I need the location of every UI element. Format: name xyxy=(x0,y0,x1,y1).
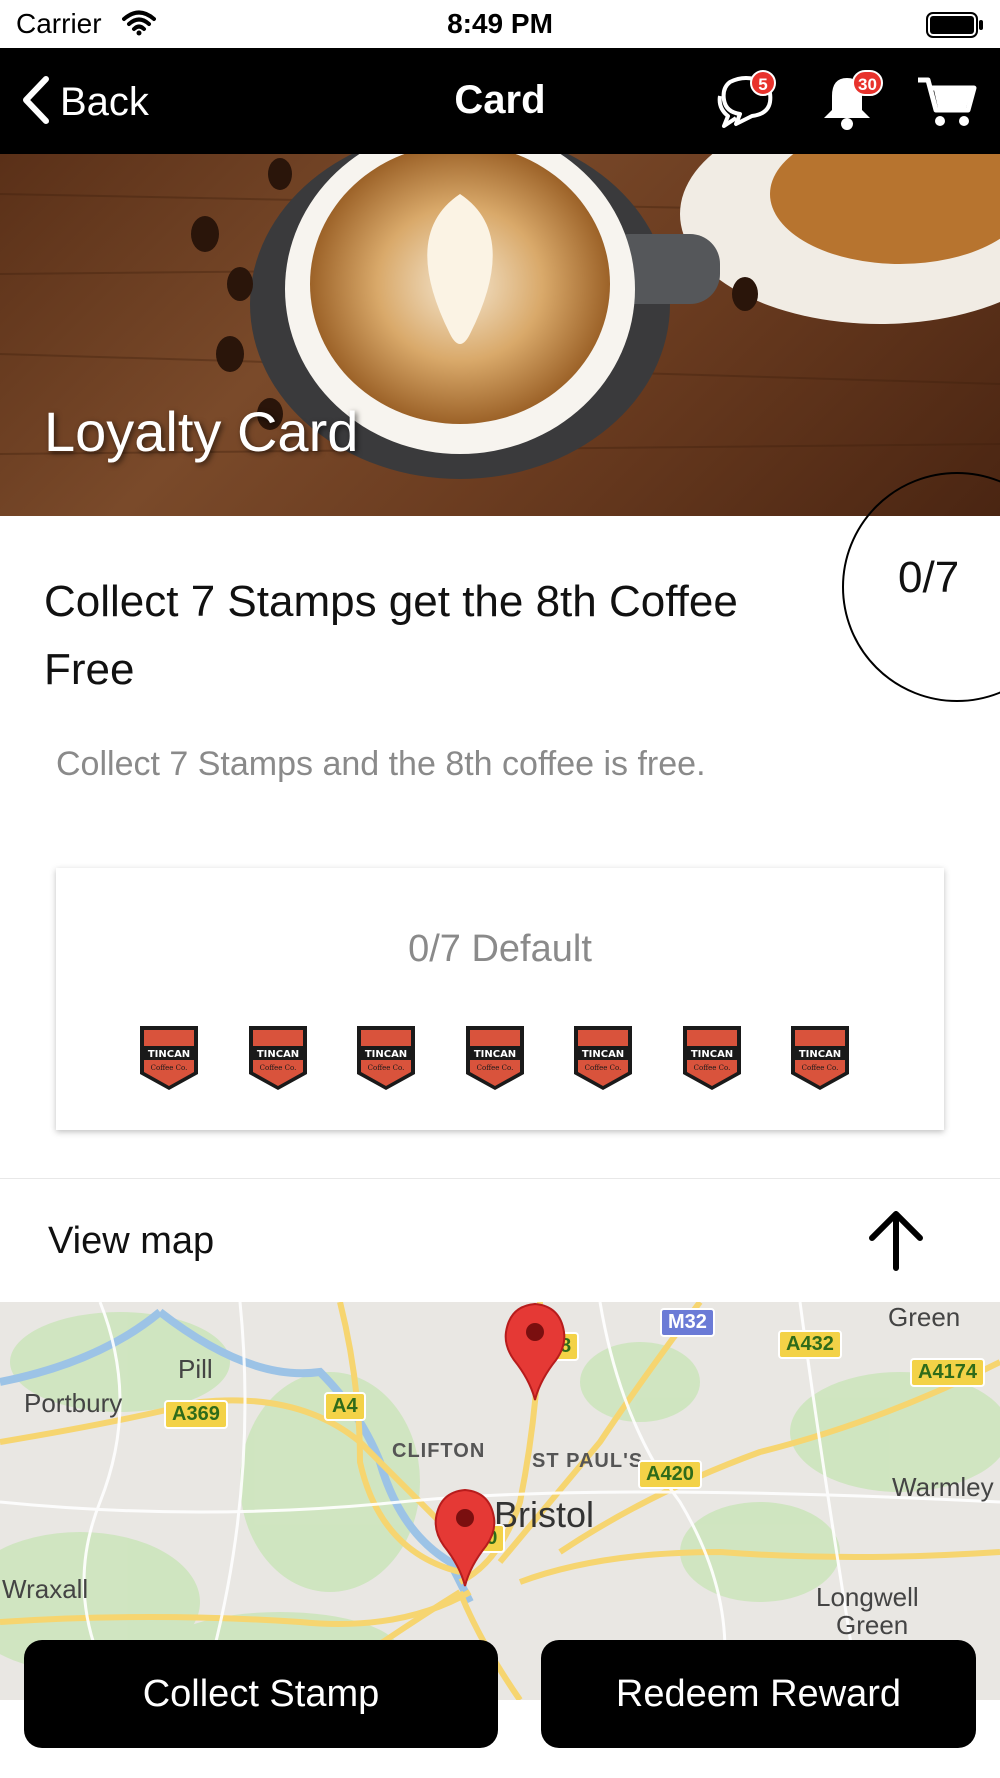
stamp-badge-icon: TINCAN Coffee Co. xyxy=(357,1026,415,1090)
road-badge-m32: M32 xyxy=(660,1308,715,1337)
back-label: Back xyxy=(60,79,149,124)
stamp-badge-icon: TINCAN Coffee Co. xyxy=(140,1026,198,1090)
map-label-portbury: Portbury xyxy=(24,1388,123,1418)
svg-text:TINCAN: TINCAN xyxy=(473,1049,515,1060)
svg-text:Coffee Co.: Coffee Co. xyxy=(151,1064,188,1072)
status-bar: Carrier 8:49 PM xyxy=(0,0,1000,48)
hero-coffee-image: Loyalty Card xyxy=(0,154,1000,516)
navigation-bar: Back Card 5 30 xyxy=(0,48,1000,154)
road-badge-a420: A420 xyxy=(638,1460,702,1489)
svg-text:TINCAN: TINCAN xyxy=(148,1049,190,1060)
hero-title: Loyalty Card xyxy=(44,400,359,463)
svg-text:TINCAN: TINCAN xyxy=(799,1049,841,1060)
cart-button[interactable] xyxy=(916,74,978,135)
back-button[interactable]: Back xyxy=(20,74,149,130)
svg-text:Coffee Co.: Coffee Co. xyxy=(585,1064,622,1072)
progress-count: 0/7 xyxy=(898,553,960,602)
map-label-green: Green xyxy=(888,1302,961,1332)
svg-text:TINCAN: TINCAN xyxy=(690,1049,732,1060)
card-title: Collect 7 Stamps get the 8th Coffee Free xyxy=(44,577,738,694)
notification-badge: 30 xyxy=(852,70,883,96)
map-label-bristol: Bristol xyxy=(494,1494,595,1535)
chat-bubble-icon xyxy=(716,76,778,136)
road-badge-a4174: A4174 xyxy=(910,1358,985,1387)
battery-icon xyxy=(926,12,984,45)
stamp-badge-icon: TINCAN Coffee Co. xyxy=(574,1026,632,1090)
svg-text:Coffee Co.: Coffee Co. xyxy=(259,1064,296,1072)
svg-text:TINCAN: TINCAN xyxy=(365,1049,407,1060)
svg-text:Coffee Co.: Coffee Co. xyxy=(476,1064,513,1072)
chevron-left-icon xyxy=(20,75,50,130)
svg-text:Coffee Co.: Coffee Co. xyxy=(368,1064,405,1072)
redeem-reward-button[interactable]: Redeem Reward xyxy=(541,1640,976,1748)
svg-text:TINCAN: TINCAN xyxy=(582,1049,624,1060)
stamp-badge-icon: TINCAN Coffee Co. xyxy=(791,1026,849,1090)
map-label-pill: Pill xyxy=(178,1354,213,1384)
map-label-st-pauls: ST PAUL'S xyxy=(532,1450,644,1472)
status-time: 8:49 PM xyxy=(447,8,553,39)
view-map-toggle[interactable]: View map xyxy=(0,1180,1000,1302)
stamp-badge-icon: TINCAN Coffee Co. xyxy=(465,1026,524,1090)
loyalty-card-screen: Carrier 8:49 PM Back Card 5 30 Loyalty C… xyxy=(0,0,1000,1778)
map-label-warmley: Warmley xyxy=(892,1472,994,1502)
notifications-button[interactable]: 30 xyxy=(818,70,883,137)
card-description: Collect 7 Stamps and the 8th coffee is f… xyxy=(56,745,706,783)
road-badge-a432: A432 xyxy=(778,1330,842,1359)
map-pin-icon[interactable] xyxy=(434,1488,496,1588)
svg-text:Coffee Co.: Coffee Co. xyxy=(693,1064,730,1072)
bell-icon xyxy=(818,78,876,136)
stamp-card: 0/7 Default TINCAN Coffee Co. TINCAN Coffee… xyxy=(56,868,944,1130)
stamp-badge-icon: TINCAN Coffee Co. xyxy=(682,1026,741,1090)
road-badge-a369: A369 xyxy=(164,1400,228,1429)
map-label-clifton: CLIFTON xyxy=(392,1440,486,1462)
cart-icon xyxy=(916,77,978,134)
chat-badge: 5 xyxy=(750,70,776,96)
collect-stamp-button[interactable]: Collect Stamp xyxy=(24,1640,498,1748)
svg-text:TINCAN: TINCAN xyxy=(256,1049,298,1060)
arrow-up-icon[interactable] xyxy=(866,1208,926,1277)
stamp-card-label: 0/7 Default xyxy=(408,928,592,970)
stamp-badge-icon: TINCAN Coffee Co. xyxy=(248,1026,307,1090)
map-label-longwell: Longwell xyxy=(816,1582,919,1612)
map-pin-icon[interactable] xyxy=(504,1302,566,1402)
svg-text:Coffee Co.: Coffee Co. xyxy=(802,1064,839,1072)
road-badge-a4: A4 xyxy=(324,1392,366,1421)
map-label-wraxall: Wraxall xyxy=(2,1574,89,1604)
divider xyxy=(0,1178,1000,1179)
chat-button[interactable]: 5 xyxy=(716,70,778,137)
view-map-label: View map xyxy=(48,1220,215,1262)
map-label-green-2: Green xyxy=(836,1610,909,1640)
